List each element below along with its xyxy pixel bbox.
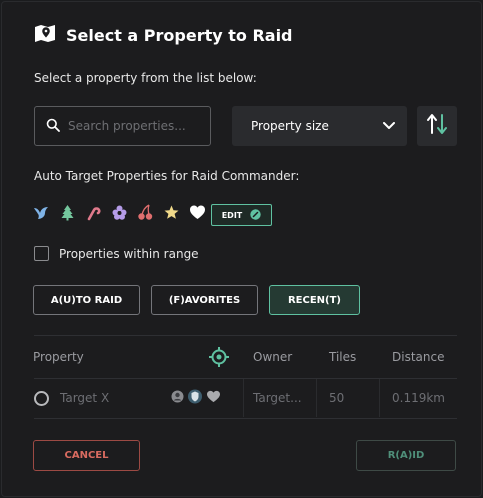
column-header-distance[interactable]: Distance bbox=[392, 350, 444, 364]
flower-icon[interactable] bbox=[111, 204, 128, 221]
search-input[interactable] bbox=[68, 119, 198, 133]
sort-direction-icon bbox=[426, 112, 448, 140]
sort-select[interactable]: Property size bbox=[232, 106, 407, 146]
shield-icon bbox=[188, 389, 202, 407]
heart-icon[interactable] bbox=[189, 204, 206, 221]
tab-favorites[interactable]: (F)AVORITES bbox=[151, 285, 258, 315]
star-icon[interactable] bbox=[163, 204, 180, 221]
dialog-header: Select a Property to Raid bbox=[34, 23, 293, 47]
candy-cane-icon[interactable] bbox=[85, 204, 102, 221]
raid-button[interactable]: R(A)ID bbox=[356, 440, 456, 471]
owner-avatar-icon bbox=[171, 390, 184, 406]
dialog-title: Select a Property to Raid bbox=[66, 25, 293, 45]
row-owner: Target... bbox=[253, 391, 302, 405]
edit-button-label: EDIT bbox=[221, 210, 243, 220]
tab-auto-raid[interactable]: A(U)TO RAID bbox=[33, 285, 140, 315]
column-header-tiles[interactable]: Tiles bbox=[329, 350, 356, 364]
row-tiles: 50 bbox=[329, 391, 345, 405]
crosshair-icon[interactable] bbox=[209, 347, 229, 371]
tree-icon[interactable] bbox=[59, 204, 76, 221]
sort-select-value: Property size bbox=[251, 119, 329, 133]
bird-icon[interactable] bbox=[33, 204, 50, 221]
row-radio[interactable] bbox=[34, 390, 49, 406]
chevron-down-icon bbox=[383, 119, 395, 133]
row-distance: 0.119km bbox=[392, 391, 445, 405]
range-filter[interactable]: Properties within range bbox=[34, 246, 199, 261]
column-separator bbox=[243, 379, 244, 417]
column-separator bbox=[379, 379, 380, 417]
favorite-heart-icon[interactable] bbox=[206, 390, 221, 406]
table-bottom-divider bbox=[34, 418, 457, 419]
range-checkbox[interactable] bbox=[34, 246, 49, 261]
cancel-button[interactable]: CANCEL bbox=[33, 440, 140, 471]
search-icon bbox=[46, 117, 60, 136]
column-header-owner[interactable]: Owner bbox=[253, 350, 292, 364]
tab-recent[interactable]: RECEN(T) bbox=[269, 285, 360, 315]
check-circle-icon bbox=[250, 208, 261, 222]
column-separator bbox=[316, 379, 317, 417]
edit-auto-target-button[interactable]: EDIT bbox=[211, 204, 272, 226]
table-top-divider bbox=[34, 335, 457, 336]
row-radio-cell[interactable] bbox=[34, 379, 49, 417]
auto-target-icons bbox=[33, 204, 206, 221]
sort-direction-button[interactable] bbox=[417, 106, 457, 146]
dialog-subtitle: Select a property from the list below: bbox=[34, 71, 257, 85]
map-icon bbox=[34, 23, 56, 47]
row-property-name: Target X bbox=[60, 391, 110, 405]
cherries-icon[interactable] bbox=[137, 204, 154, 221]
row-status-icons bbox=[171, 379, 221, 417]
auto-target-label: Auto Target Properties for Raid Commande… bbox=[34, 169, 300, 183]
range-checkbox-label: Properties within range bbox=[59, 246, 199, 261]
column-header-property[interactable]: Property bbox=[33, 350, 84, 364]
raid-dialog: Select a Property to Raid Select a prope… bbox=[1, 1, 482, 497]
search-box[interactable] bbox=[34, 106, 211, 146]
